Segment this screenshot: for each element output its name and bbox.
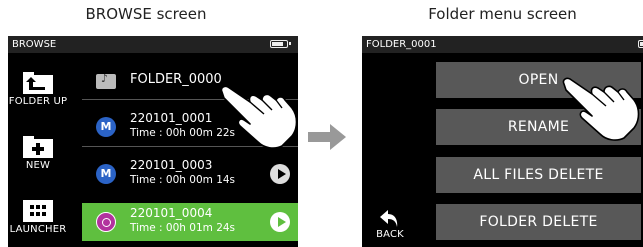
new-label: NEW <box>25 160 51 171</box>
back-button[interactable]: BACK <box>362 208 418 240</box>
mono-file-icon: M <box>96 164 116 184</box>
right-arrow-icon <box>308 124 346 150</box>
battery-icon <box>638 40 643 48</box>
row-time: Time : 00h 00m 14s <box>130 174 236 186</box>
folder-up-icon <box>23 72 53 94</box>
battery-icon <box>270 40 291 48</box>
folder-menu-title: FOLDER_0001 <box>366 39 437 50</box>
row-time: Time : 00h 01m 24s <box>130 222 236 234</box>
folder-up-label: FOLDER UP <box>8 96 68 107</box>
new-button[interactable]: NEW <box>8 136 68 171</box>
tap-hand-icon <box>220 85 298 149</box>
launcher-button[interactable]: LAUNCHER <box>8 200 68 235</box>
new-folder-icon <box>23 136 53 158</box>
browse-status-bar: BROWSE <box>8 36 298 53</box>
folder-menu-screen-caption: Folder menu screen <box>428 5 577 23</box>
play-icon[interactable] <box>270 164 290 184</box>
mono-file-icon: M <box>96 117 116 137</box>
browse-title: BROWSE <box>12 39 57 50</box>
row-name: 220101_0004 <box>130 206 213 220</box>
launcher-label: LAUNCHER <box>9 224 67 235</box>
folder-menu-status-bar: FOLDER_0001 <box>362 36 643 53</box>
music-folder-icon: ♪ <box>96 72 116 89</box>
tap-hand-icon <box>562 77 640 141</box>
stereo-file-icon <box>96 212 116 232</box>
row-name: FOLDER_0000 <box>130 72 222 87</box>
row-text: 220101_0004 Time : 00h 01m 24s <box>130 206 235 236</box>
folder-delete-button[interactable]: FOLDER DELETE <box>436 204 641 240</box>
back-arrow-icon <box>380 210 398 227</box>
list-item-file[interactable]: M 220101_0003 Time : 00h 00m 14s <box>82 155 298 193</box>
back-label: BACK <box>376 229 404 240</box>
folder-up-button[interactable]: FOLDER UP <box>8 72 68 107</box>
row-name: 220101_0003 <box>130 158 213 172</box>
browse-screen-caption: BROWSE screen <box>85 5 207 23</box>
play-icon[interactable] <box>270 212 290 232</box>
launcher-grid-icon <box>23 200 53 222</box>
all-files-delete-button[interactable]: ALL FILES DELETE <box>436 157 641 193</box>
list-item-file-selected[interactable]: 220101_0004 Time : 00h 01m 24s <box>82 203 298 241</box>
row-text: 220101_0003 Time : 00h 00m 14s <box>130 158 235 188</box>
